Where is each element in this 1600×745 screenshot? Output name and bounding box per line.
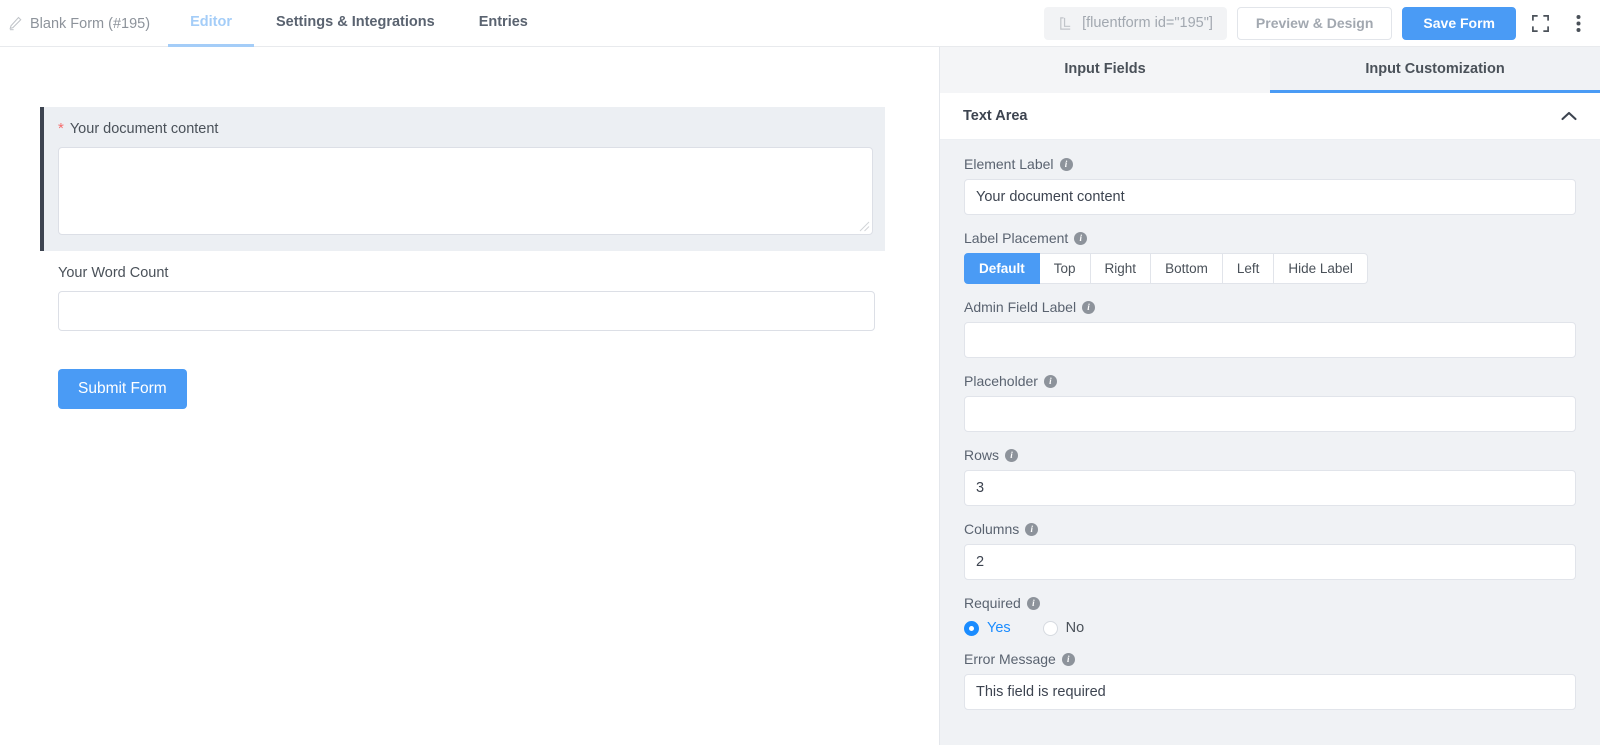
resize-handle-icon[interactable] [859, 221, 870, 232]
setting-element-label: Element Label i [964, 156, 1576, 215]
error-message-input[interactable] [964, 674, 1576, 710]
setting-required-label-row: Required i [964, 595, 1576, 611]
tab-input-fields-label: Input Fields [1064, 60, 1146, 77]
setting-element-label-label-row: Element Label i [964, 156, 1576, 172]
label-placement-option-top[interactable]: Top [1039, 253, 1091, 284]
tab-input-customization-label: Input Customization [1365, 60, 1505, 77]
setting-admin-field-label: Admin Field Label i [964, 299, 1576, 358]
form-title-label: Blank Form (#195) [30, 15, 151, 32]
setting-columns-label-row: Columns i [964, 521, 1576, 537]
label-placement-button-group: Default Top Right Bottom Left Hide Label [964, 253, 1576, 284]
radio-dot-icon [1042, 620, 1058, 636]
setting-columns-text: Columns [964, 521, 1020, 537]
nav-tab-settings-label: Settings & Integrations [275, 14, 435, 30]
panel-section-title: Text Area [963, 108, 1028, 124]
admin-field-label-input[interactable] [964, 322, 1576, 358]
setting-error-message-text: Error Message [964, 651, 1056, 667]
tab-input-customization[interactable]: Input Customization [1270, 47, 1600, 93]
top-bar: Blank Form (#195) Editor Settings & Inte… [0, 0, 1600, 47]
form-field-wordcount-label-row: Your Word Count [58, 265, 844, 281]
label-placement-option-bottom[interactable]: Bottom [1151, 253, 1223, 284]
pencil-icon [9, 16, 22, 31]
columns-input[interactable] [964, 544, 1576, 580]
label-placement-option-hide-label[interactable]: Hide Label [1274, 253, 1368, 284]
info-icon[interactable]: i [1026, 596, 1040, 610]
label-placement-option-right[interactable]: Right [1090, 253, 1152, 284]
setting-required-text: Required [964, 595, 1021, 611]
preview-design-button[interactable]: Preview & Design [1236, 6, 1393, 40]
save-form-button[interactable]: Save Form [1402, 6, 1516, 40]
panel-settings-list: Element Label i Label Placement i Defaul… [940, 140, 1600, 710]
nav-tab-editor-label: Editor [190, 14, 232, 30]
required-radio-no[interactable]: No [1042, 620, 1085, 636]
placeholder-input[interactable] [964, 396, 1576, 432]
element-label-input[interactable] [964, 179, 1576, 215]
required-radio-yes[interactable]: Yes [964, 620, 1011, 636]
nav-tab-editor[interactable]: Editor [168, 0, 254, 47]
form-field-textarea[interactable]: * Your document content [40, 107, 885, 251]
setting-placeholder-text: Placeholder [964, 373, 1038, 389]
top-bar-right: [fluentform id="195"] Preview & Design S… [1044, 0, 1600, 46]
fullscreen-icon [1531, 14, 1549, 32]
shortcode-text: [fluentform id="195"] [1082, 15, 1213, 31]
submit-form-button[interactable]: Submit Form [58, 369, 187, 409]
info-icon[interactable]: i [1074, 231, 1088, 245]
setting-label-placement: Label Placement i Default Top Right Bott… [964, 230, 1576, 284]
rows-input[interactable] [964, 470, 1576, 506]
panel-section-header[interactable]: Text Area [940, 93, 1600, 140]
setting-placeholder-label-row: Placeholder i [964, 373, 1576, 389]
top-bar-left: Blank Form (#195) Editor Settings & Inte… [0, 0, 550, 47]
nav-tab-settings-integrations[interactable]: Settings & Integrations [254, 0, 457, 47]
shortcode-field[interactable]: [fluentform id="195"] [1044, 6, 1227, 40]
setting-required: Required i Yes No [964, 595, 1576, 636]
setting-rows-label-row: Rows i [964, 447, 1576, 463]
setting-admin-field-label-text: Admin Field Label [964, 299, 1077, 315]
required-radio-no-label: No [1065, 620, 1085, 636]
panel-tabs: Input Fields Input Customization [940, 47, 1600, 93]
nav-tab-entries-label: Entries [478, 14, 528, 30]
setting-rows-text: Rows [964, 447, 1000, 463]
required-radio-yes-label: Yes [987, 620, 1011, 636]
setting-columns: Columns i [964, 521, 1576, 580]
info-icon[interactable]: i [1059, 157, 1073, 171]
setting-element-label-text: Element Label [964, 156, 1054, 172]
shortcode-bracket-icon [1060, 16, 1071, 30]
form-field-wordcount-label: Your Word Count [58, 265, 169, 281]
more-options-button[interactable] [1564, 8, 1592, 38]
setting-label-placement-label-row: Label Placement i [964, 230, 1576, 246]
info-icon[interactable]: i [1061, 652, 1075, 666]
form-field-textarea-label-row: * Your document content [58, 121, 869, 137]
setting-label-placement-text: Label Placement [964, 230, 1069, 246]
word-count-input[interactable] [58, 291, 875, 331]
radio-dot-icon [964, 620, 979, 636]
setting-error-message-label-row: Error Message i [964, 651, 1576, 667]
label-placement-option-left[interactable]: Left [1222, 253, 1275, 284]
chevron-up-icon[interactable] [1561, 111, 1577, 121]
form-field-wordcount[interactable]: Your Word Count [42, 251, 875, 347]
form-field-textarea-label: Your document content [69, 121, 219, 137]
setting-error-message: Error Message i [964, 651, 1576, 710]
info-icon[interactable]: i [1082, 300, 1096, 314]
required-radio-group: Yes No [964, 618, 1576, 636]
info-icon[interactable]: i [1043, 374, 1057, 388]
settings-panel: Input Fields Input Customization Text Ar… [939, 47, 1600, 745]
preview-design-label: Preview & Design [1255, 15, 1374, 31]
label-placement-option-default[interactable]: Default [964, 253, 1040, 284]
required-asterisk: * [58, 120, 64, 137]
form-editor-canvas: * Your document content Your Word Count … [0, 47, 939, 745]
document-content-textarea[interactable] [58, 147, 873, 235]
form-title[interactable]: Blank Form (#195) [0, 0, 168, 47]
info-icon[interactable]: i [1005, 448, 1019, 462]
fullscreen-button[interactable] [1526, 8, 1554, 38]
more-vertical-icon [1576, 14, 1580, 32]
setting-placeholder: Placeholder i [964, 373, 1576, 432]
form-preview: * Your document content Your Word Count … [0, 47, 885, 409]
info-icon[interactable]: i [1025, 522, 1039, 536]
setting-admin-field-label-label-row: Admin Field Label i [964, 299, 1576, 315]
nav-tab-entries[interactable]: Entries [457, 0, 550, 47]
tab-input-fields[interactable]: Input Fields [940, 47, 1270, 93]
save-form-label: Save Form [1423, 15, 1495, 31]
setting-rows: Rows i [964, 447, 1576, 506]
